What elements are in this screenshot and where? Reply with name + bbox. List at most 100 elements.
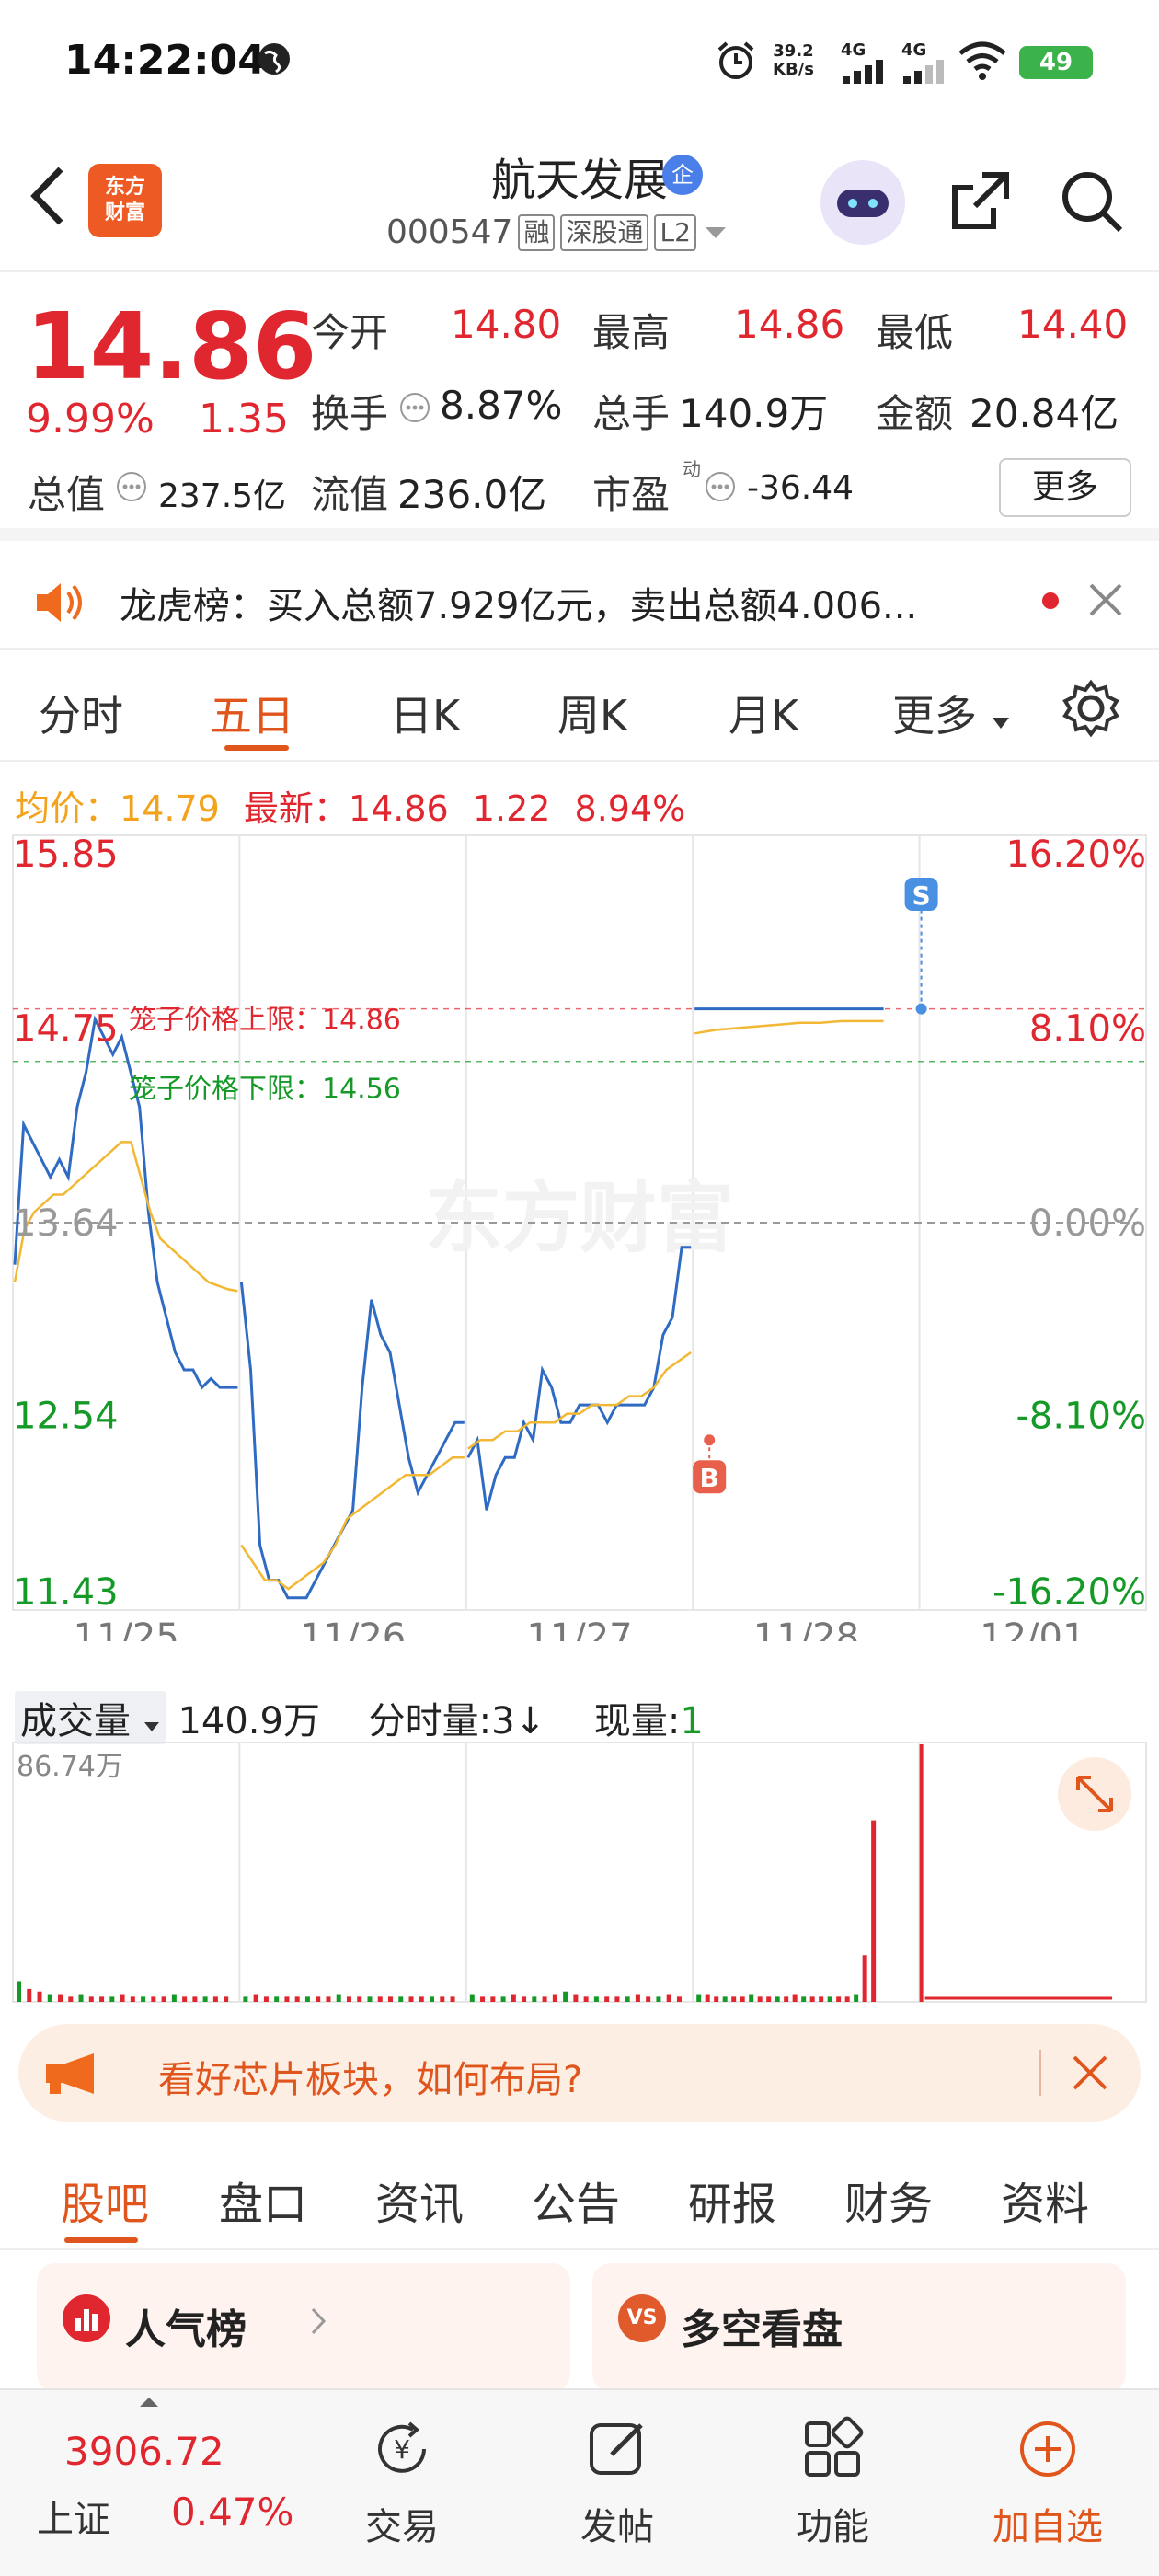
float-cap-label: 流值: [311, 472, 389, 517]
volume-bar: [109, 1996, 115, 2002]
promo-banner[interactable]: 看好芯片板块，如何布局?: [18, 2024, 1141, 2122]
globe-icon: [258, 43, 290, 75]
gear-icon[interactable]: [1061, 679, 1120, 738]
volume-bar: [294, 1996, 300, 2002]
x-tick: 11/25: [74, 1616, 179, 1641]
volume-chart[interactable]: 86.74万: [0, 1739, 1159, 2006]
high-value: 14.86: [734, 302, 845, 347]
volume-bar: [862, 1955, 867, 2002]
tab-profile[interactable]: 资料: [1001, 2168, 1089, 2232]
dragon-tiger-notice[interactable]: 龙虎榜：买入总额7.929亿元，卖出总额4.006...: [0, 554, 1159, 650]
tab-monthly-k[interactable]: 月K: [729, 683, 798, 743]
volume-bar: [656, 1996, 661, 2002]
turnover-value: 8.87%: [440, 383, 563, 428]
info-dots-icon[interactable]: [705, 471, 736, 502]
dropdown-triangle-icon: [143, 1722, 159, 1731]
volume-selector[interactable]: 成交量: [15, 1691, 166, 1744]
dropdown-triangle-icon: [992, 718, 1009, 729]
nav-functions[interactable]: 功能: [763, 2416, 901, 2550]
volume-bar: [854, 1994, 859, 2002]
popularity-ranking-card[interactable]: 人气榜: [37, 2263, 570, 2392]
signal-bars-icon: [843, 60, 883, 84]
five-day-price-chart[interactable]: 东方财富 15.85 16.20% 14.75 8.10% 13.64 0.00% 12.54…: [0, 832, 1159, 1641]
stock-header: 东方 财富 航天发展 企 000547 融 深股通 L2: [0, 129, 1159, 272]
volume-bar: [919, 1744, 924, 2002]
tab-forum[interactable]: 股吧: [61, 2168, 149, 2232]
low-label: 最低: [876, 310, 954, 355]
battery-indicator: 49: [1019, 46, 1093, 79]
y-tick-right: 16.20%: [1005, 834, 1146, 876]
tab-research[interactable]: 研报: [688, 2168, 776, 2232]
tab-five-day[interactable]: 五日: [210, 683, 294, 743]
avg-value: 14.79: [120, 788, 220, 829]
volume-bar: [99, 1996, 105, 2002]
info-dots-icon[interactable]: [116, 471, 147, 502]
open-label: 今开: [311, 310, 389, 355]
price-line: [239, 1282, 465, 1600]
more-quote-button[interactable]: 更多: [999, 458, 1131, 517]
volume-bar: [388, 1996, 393, 2002]
expand-chart-button[interactable]: [1058, 1757, 1131, 1831]
volume-total: 140.9万: [178, 1700, 320, 1742]
y-tick-right: -8.10%: [1016, 1396, 1146, 1438]
notice-text: 龙虎榜：买入总额7.929亿元，卖出总额4.006...: [120, 585, 918, 627]
enterprise-badge: 企: [662, 155, 703, 195]
volume-bar: [224, 1996, 229, 2002]
expand-up-icon[interactable]: [138, 2396, 160, 2409]
nav-trade[interactable]: ¥ 交易: [333, 2416, 471, 2550]
tab-intraday[interactable]: 分时: [39, 683, 123, 743]
search-icon: [1062, 172, 1123, 233]
price-line: [466, 1246, 692, 1511]
nav-post[interactable]: 发帖: [548, 2416, 686, 2550]
volume-bar: [430, 1996, 435, 2002]
limit-up-label: 笼子价格上限：14.86: [129, 1005, 401, 1037]
volume-bar: [705, 1994, 710, 2002]
share-icon: [952, 172, 1009, 229]
active-section-indicator: [64, 2237, 138, 2243]
close-banner-button[interactable]: [1067, 2037, 1113, 2121]
buy-marker: B: [700, 1463, 719, 1493]
volume-bar: [490, 1996, 496, 2002]
tab-finance[interactable]: 财务: [844, 2168, 933, 2232]
volume-bar: [17, 1981, 21, 2002]
nav-add-watchlist[interactable]: 加自选: [979, 2416, 1117, 2550]
info-dots-icon[interactable]: [399, 392, 430, 423]
latest-value: 14.86: [348, 788, 449, 829]
volume-bar: [792, 1994, 798, 2002]
tab-weekly-k[interactable]: 周K: [557, 683, 627, 743]
close-notice-button[interactable]: [1085, 567, 1126, 644]
bull-bear-card[interactable]: VS 多空看盘: [592, 2263, 1126, 2392]
volume-bar: [88, 1996, 94, 2002]
tab-more[interactable]: 更多: [892, 683, 1011, 743]
stock-code-row[interactable]: 000547 融 深股通 L2: [386, 213, 729, 251]
tab-daily-k[interactable]: 日K: [390, 683, 460, 743]
index-value[interactable]: 3906.72: [64, 2429, 224, 2474]
volume-bar: [809, 1996, 815, 2002]
y-tick-right: -16.20%: [993, 1571, 1146, 1614]
volume-bar: [784, 1996, 789, 2002]
volume-bar: [274, 1996, 280, 2002]
ai-assistant-avatar[interactable]: [820, 160, 905, 245]
current-volume-label: 现量:: [593, 1700, 681, 1742]
volume-border: [12, 1742, 1147, 2003]
tag-margin: 融: [518, 213, 556, 251]
volume-label: 总手: [592, 391, 671, 436]
volume-bar: [37, 1991, 42, 2002]
card-title: 多空看盘: [681, 2306, 843, 2353]
sell-marker: S: [912, 880, 931, 911]
pe-value: -36.44: [747, 469, 855, 507]
index-name: 上证: [37, 2499, 110, 2541]
volume-value: 140.9万: [679, 391, 829, 436]
tab-order-book[interactable]: 盘口: [219, 2168, 307, 2232]
search-button[interactable]: [1058, 167, 1124, 234]
tab-news[interactable]: 资讯: [375, 2168, 464, 2232]
tab-more-label: 更多: [892, 691, 977, 741]
share-button[interactable]: [947, 167, 1014, 234]
ranking-icon: [63, 2294, 110, 2342]
tab-announcements[interactable]: 公告: [532, 2168, 620, 2232]
volume-bar: [58, 1994, 63, 2002]
stock-code: 000547: [386, 213, 513, 251]
add-circle-icon: [1020, 2421, 1075, 2477]
volume-bar: [377, 1996, 383, 2002]
fs-volume-label: 分时量:3: [368, 1700, 515, 1742]
